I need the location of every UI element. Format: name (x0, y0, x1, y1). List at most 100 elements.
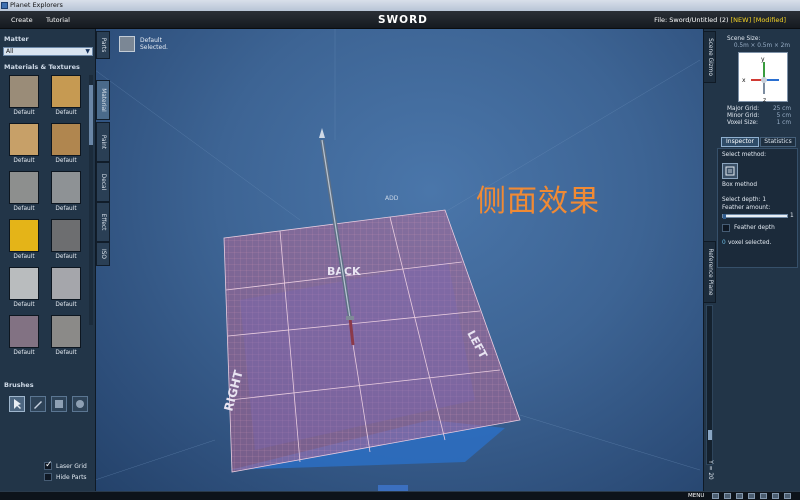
status-icon-6[interactable] (772, 493, 779, 499)
window-title: Planet Explorers (10, 1, 63, 9)
feather-amount-value: 1 (790, 213, 794, 219)
major-grid-label: Major Grid: (727, 106, 760, 112)
scene-size-label: Scene Size: (727, 36, 761, 42)
material-label: Default (13, 254, 35, 260)
scrollbar-thumb[interactable] (89, 85, 93, 145)
matter-dropdown[interactable]: All ▼ (3, 47, 93, 56)
editor-viewport[interactable]: BACK LEFT RIGHT (95, 29, 705, 491)
box-method-button[interactable] (722, 163, 738, 179)
material-swatch (51, 123, 81, 156)
menu-create[interactable]: Create (11, 16, 33, 24)
tab-label: Material (100, 88, 106, 112)
tab-inspector[interactable]: Inspector (721, 137, 759, 147)
left-panel: Matter All ▼ Materials & Textures Defaul… (0, 29, 96, 491)
material-tile[interactable]: Default (3, 219, 43, 267)
tab-decal[interactable]: Decal (96, 162, 110, 202)
pencil-icon (34, 401, 42, 409)
materials-grid: Default Default Default Default Default Defau… (3, 75, 91, 367)
tab-statistics[interactable]: Statistics (760, 137, 796, 147)
reference-plane-knob[interactable] (708, 430, 712, 440)
tab-parts[interactable]: Parts (96, 31, 110, 59)
scene-gizmo[interactable]: y x z (738, 52, 788, 104)
material-swatch (9, 219, 39, 252)
menu-tutorial[interactable]: Tutorial (46, 16, 70, 24)
selection-line2: Selected. (140, 44, 168, 51)
pencil-brush-button[interactable] (30, 396, 46, 412)
reference-plane-slider[interactable] (706, 305, 713, 465)
feather-amount-slider[interactable] (722, 214, 788, 219)
status-icon-4[interactable] (748, 493, 755, 499)
sphere-brush-button[interactable] (72, 396, 88, 412)
material-label: Default (13, 302, 35, 308)
selected-material-icon (119, 36, 135, 52)
feather-amount-label: Feather amount: (722, 205, 771, 211)
check-icon: ✓ (45, 460, 53, 470)
material-tile[interactable]: Default (3, 75, 43, 123)
scene-canvas[interactable]: BACK LEFT RIGHT (95, 29, 705, 491)
material-label: Default (55, 110, 77, 116)
material-swatch (51, 315, 81, 348)
tab-effect[interactable]: Effect (96, 202, 110, 242)
material-label: Default (55, 302, 77, 308)
materials-scrollbar[interactable] (89, 75, 93, 325)
feather-depth-checkbox[interactable] (722, 224, 730, 232)
material-tile[interactable]: Default (3, 267, 43, 315)
material-tile[interactable]: Default (45, 75, 85, 123)
status-icon-1[interactable] (712, 493, 719, 499)
material-swatch (9, 123, 39, 156)
select-method-label: Select method: (722, 152, 767, 158)
brushes-label: Brushes (4, 381, 34, 389)
material-swatch (51, 267, 81, 300)
app-icon (1, 2, 8, 9)
voxel-selected-label: voxel selected. (728, 240, 772, 246)
status-icon-5[interactable] (760, 493, 767, 499)
slider-handle[interactable] (723, 214, 726, 219)
material-tile[interactable]: Default (3, 123, 43, 171)
axis-y-label: y (761, 56, 765, 63)
hide-parts-checkbox[interactable] (44, 473, 52, 481)
menu-button[interactable]: MENU (688, 493, 704, 499)
material-tile[interactable]: Default (45, 123, 85, 171)
material-tile[interactable]: Default (45, 171, 85, 219)
material-swatch (51, 171, 81, 204)
material-tile[interactable]: Default (45, 315, 85, 363)
new-tag: [NEW] (730, 16, 752, 24)
status-icon-2[interactable] (724, 493, 731, 499)
modified-tag: [Modified] (753, 16, 786, 24)
window-title-bar: Planet Explorers (0, 0, 800, 11)
material-tile[interactable]: Default (3, 171, 43, 219)
material-swatch (9, 315, 39, 348)
material-tile[interactable]: Default (3, 315, 43, 363)
box-brush-button[interactable] (51, 396, 67, 412)
tab-label: Effect (100, 213, 106, 231)
tab-scene-gizmo[interactable]: Scene Gizmo (703, 31, 716, 83)
major-grid-value: 25 cm (772, 106, 791, 112)
tab-paint[interactable]: Paint (96, 122, 110, 162)
select-brush-button[interactable] (9, 396, 25, 412)
tab-material[interactable]: Material (96, 80, 110, 120)
file-status: File: Sword/Untitled (2) [NEW] [Modified… (654, 16, 786, 24)
file-path: File: Sword/Untitled (2) (654, 16, 729, 24)
material-tile[interactable]: Default (45, 267, 85, 315)
tab-label: Decal (100, 173, 106, 191)
matter-dropdown-value: All (6, 48, 14, 55)
axis-z-label: z (763, 97, 766, 103)
sphere-icon (76, 400, 84, 408)
material-label: Default (55, 350, 77, 356)
box-method-label: Box method (722, 182, 758, 188)
material-tile[interactable]: Default (45, 219, 85, 267)
chevron-down-icon: ▼ (85, 48, 90, 55)
tab-iso[interactable]: ISO (96, 242, 110, 266)
box-select-icon (725, 166, 735, 176)
status-icon-7[interactable] (784, 493, 791, 499)
material-swatch (9, 267, 39, 300)
laser-grid-checkbox[interactable]: ✓ (44, 460, 53, 470)
select-depth-label: Select depth: 1 (722, 197, 767, 203)
tab-reference-plane[interactable]: Reference Plane (703, 241, 716, 303)
axis-gizmo-icon: y x z (742, 56, 779, 104)
add-label[interactable]: ADD (385, 195, 398, 202)
minor-grid-label: Minor Grid: (727, 113, 760, 119)
menu-bar: Create Tutorial SWORD File: Sword/Untitl… (0, 11, 800, 29)
voxel-selected-count: 0 (722, 240, 726, 246)
status-icon-3[interactable] (736, 493, 743, 499)
